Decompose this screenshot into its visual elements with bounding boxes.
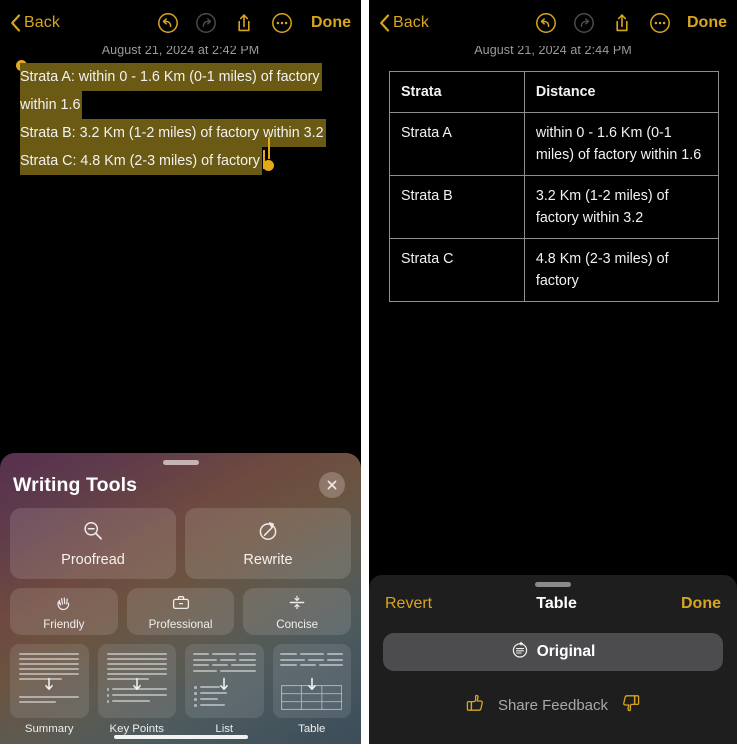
note-line: Strata A: within 0 - 1.6 Km (0-1 miles) … xyxy=(20,63,322,91)
back-label: Back xyxy=(393,14,429,31)
table-row: Strata B 3.2 Km (1-2 miles) of factory w… xyxy=(389,175,720,239)
table-header-cell: Strata xyxy=(389,71,525,113)
writing-tools-grid: Proofread Rewrite Friendly Professional … xyxy=(0,498,361,735)
redo-icon xyxy=(573,12,595,34)
revert-text-icon xyxy=(511,641,529,664)
chevron-left-icon xyxy=(379,14,390,32)
selection-end-bar xyxy=(268,137,270,159)
waving-hand-icon xyxy=(54,593,73,617)
rewrite-label: Rewrite xyxy=(243,552,293,568)
selection-end-handle[interactable] xyxy=(263,160,274,171)
original-label: Original xyxy=(536,643,596,660)
primary-actions-row: Proofread Rewrite xyxy=(10,508,351,579)
table-button[interactable]: Table xyxy=(272,644,351,735)
thumbs-up-icon[interactable] xyxy=(465,693,485,718)
table-header-cell: Distance xyxy=(523,71,720,113)
summary-label: Summary xyxy=(24,723,74,735)
key-points-thumbnail-icon xyxy=(97,644,176,718)
panel-divider xyxy=(361,0,369,744)
table-result-sheet: Revert Table Done Original Share Feedbac… xyxy=(369,575,737,744)
proofread-button[interactable]: Proofread xyxy=(10,508,176,579)
note-line: within 1.6 xyxy=(20,91,83,119)
table-cell-distance: 3.2 Km (1-2 miles) of factory within 3.2 xyxy=(523,175,720,239)
undo-icon[interactable] xyxy=(157,12,179,34)
note-line: Strata C: 4.8 Km (2-3 miles) of factory xyxy=(20,147,262,175)
note-line: Strata B: 3.2 Km (1-2 miles) of factory … xyxy=(20,119,326,147)
back-label: Back xyxy=(24,14,60,31)
close-button[interactable] xyxy=(319,472,345,498)
note-table-container: Strata Distance Strata A within 0 - 1.6 … xyxy=(369,57,737,302)
back-button[interactable]: Back xyxy=(379,14,429,32)
table-header-row: Strata Distance xyxy=(389,71,720,113)
share-icon[interactable] xyxy=(611,12,633,34)
writing-tools-sheet: Writing Tools Proofread Rewrite Friendly… xyxy=(0,453,361,744)
table-row: Strata A within 0 - 1.6 Km (0-1 miles) o… xyxy=(389,112,720,176)
left-nav-icon-group xyxy=(157,12,293,34)
briefcase-icon xyxy=(171,593,191,617)
share-icon[interactable] xyxy=(233,12,255,34)
undo-icon[interactable] xyxy=(535,12,557,34)
right-navbar: Back Done xyxy=(369,0,737,46)
concise-button[interactable]: Concise xyxy=(243,588,352,635)
table-cell-distance: within 0 - 1.6 Km (0-1 miles) of factory… xyxy=(523,112,720,176)
key-points-button[interactable]: Key Points xyxy=(97,644,176,735)
table-cell-strata: Strata B xyxy=(389,175,525,239)
redo-icon xyxy=(195,12,217,34)
table-cell-strata: Strata A xyxy=(389,112,525,176)
writing-tools-title: Writing Tools xyxy=(13,473,138,496)
original-button[interactable]: Original xyxy=(383,633,723,671)
done-button[interactable]: Done xyxy=(687,14,727,32)
tone-actions-row: Friendly Professional Concise xyxy=(10,588,352,635)
done-button[interactable]: Done xyxy=(311,14,351,32)
right-nav-icon-group xyxy=(535,12,671,34)
table-cell-distance: 4.8 Km (2-3 miles) of factory xyxy=(523,238,720,302)
pencil-circle-icon xyxy=(256,519,280,548)
left-phone-screenshot: Back Done August 21, 2024 at 2:42 PM Str… xyxy=(0,0,361,744)
share-feedback-label[interactable]: Share Feedback xyxy=(498,697,608,714)
ellipsis-circle-icon[interactable] xyxy=(649,12,671,34)
list-thumbnail-icon xyxy=(185,644,264,718)
professional-button[interactable]: Professional xyxy=(126,588,235,635)
right-phone-screenshot: Back Done August 21, 2024 at 2:44 PM Str… xyxy=(369,0,737,744)
strata-distance-table: Strata Distance Strata A within 0 - 1.6 … xyxy=(389,71,720,302)
sheet-grabber[interactable] xyxy=(162,460,199,465)
chevron-left-icon xyxy=(10,14,21,32)
list-button[interactable]: List xyxy=(185,644,264,735)
home-indicator[interactable] xyxy=(113,735,248,739)
revert-button[interactable]: Revert xyxy=(385,595,432,613)
close-icon xyxy=(326,479,338,491)
ellipsis-circle-icon[interactable] xyxy=(271,12,293,34)
magnifier-minus-icon xyxy=(81,519,105,548)
left-navbar: Back Done xyxy=(0,0,361,46)
selected-text-block[interactable]: Strata A: within 0 - 1.6 Km (0-1 miles) … xyxy=(0,60,361,175)
table-label: Table xyxy=(298,723,326,735)
done-button[interactable]: Done xyxy=(681,595,721,613)
table-row: Strata C 4.8 Km (2-3 miles) of factory xyxy=(389,238,720,302)
feedback-row: Share Feedback xyxy=(369,693,737,718)
back-button[interactable]: Back xyxy=(10,14,60,32)
thumbs-down-icon[interactable] xyxy=(621,693,641,718)
summary-button[interactable]: Summary xyxy=(10,644,89,735)
table-sheet-title: Table xyxy=(536,595,577,612)
sheet-grabber[interactable] xyxy=(535,582,571,587)
friendly-button[interactable]: Friendly xyxy=(10,588,118,635)
table-sheet-header: Revert Table Done xyxy=(369,575,737,613)
rewrite-button[interactable]: Rewrite xyxy=(185,508,351,579)
note-body[interactable]: Strata A: within 0 - 1.6 Km (0-1 miles) … xyxy=(0,57,361,175)
list-label: List xyxy=(215,723,234,735)
compress-arrows-icon xyxy=(287,593,307,617)
screenshot-root: Back Done August 21, 2024 at 2:42 PM Str… xyxy=(0,0,737,744)
proofread-label: Proofread xyxy=(61,552,125,568)
summary-thumbnail-icon xyxy=(10,644,89,718)
table-cell-strata: Strata C xyxy=(389,238,525,302)
key-points-label: Key Points xyxy=(109,723,164,735)
friendly-label: Friendly xyxy=(43,617,85,631)
concise-label: Concise xyxy=(276,617,319,631)
professional-label: Professional xyxy=(148,617,213,631)
transform-actions-row: Summary Key Points List Table xyxy=(10,644,351,735)
table-thumbnail-icon xyxy=(272,644,351,718)
